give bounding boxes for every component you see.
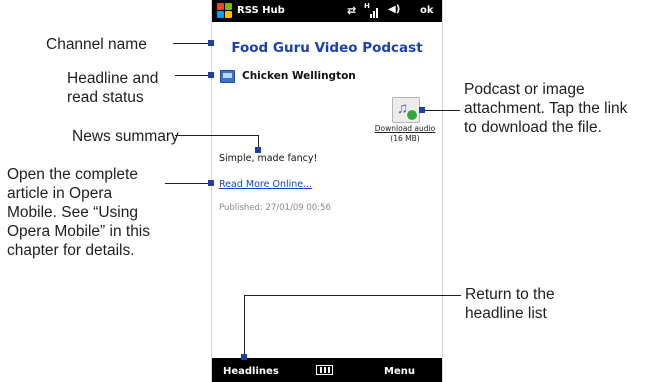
download-audio-link[interactable]: Download audio — [370, 124, 440, 133]
read-status-icon — [220, 70, 235, 83]
callout-return-line1: Return to the — [465, 286, 555, 303]
ok-button[interactable]: ok — [420, 5, 434, 16]
callout-attach-line2: attachment. Tap the link — [464, 100, 628, 117]
leader-headline — [175, 75, 211, 76]
callout-open-line4: Opera Mobile” in this — [7, 223, 151, 240]
callout-open-line2: article in Opera — [7, 185, 113, 202]
menu-softkey[interactable]: Menu — [384, 366, 415, 377]
callout-headline-line2: read status — [67, 89, 144, 106]
attachment-size: (16 MB) — [390, 134, 420, 143]
callout-headline-line1: Headline and — [67, 70, 159, 87]
leader-open — [165, 183, 211, 184]
leader-summary-h — [175, 135, 259, 136]
callout-attach-line1: Podcast or image — [464, 81, 585, 98]
marker-attach — [419, 107, 425, 113]
callout-open-line5: chapter for details. — [7, 242, 135, 259]
leader-attach — [422, 110, 460, 111]
callout-open-line1: Open the complete — [7, 166, 138, 183]
status-bar: RSS Hub ⇄ H ◀) ok — [212, 0, 442, 22]
marker-channel-name — [208, 40, 214, 46]
marker-open — [208, 180, 214, 186]
softkey-bar: Headlines Menu — [212, 358, 442, 382]
app-title: RSS Hub — [237, 5, 285, 16]
audio-download-icon[interactable]: ♫ — [392, 97, 420, 123]
callout-channel-name: Channel name — [46, 36, 147, 53]
marker-summary — [255, 147, 261, 153]
signal-strength-icon: H — [363, 2, 379, 18]
headlines-softkey[interactable]: Headlines — [223, 366, 279, 377]
sync-icon: ⇄ — [347, 4, 357, 17]
callout-return-line2: headline list — [465, 305, 547, 322]
headline-title: Chicken Wellington — [242, 70, 356, 82]
callout-attach-line3: to download the file. — [464, 119, 602, 136]
marker-return — [241, 354, 247, 360]
channel-name: Food Guru Video Podcast — [231, 40, 423, 56]
leader-return-h — [244, 295, 461, 296]
read-more-online-link[interactable]: Read More Online... — [219, 179, 312, 190]
news-summary: Simple, made fancy! — [219, 153, 318, 164]
windows-start-icon[interactable] — [217, 3, 233, 19]
published-date: Published: 27/01/09 00:56 — [219, 203, 331, 213]
callout-open-line3: Mobile. See “Using — [7, 204, 138, 221]
leader-channel-name — [173, 43, 211, 44]
callout-news-summary: News summary — [72, 128, 179, 145]
phone-screen: RSS Hub ⇄ H ◀) ok Food Guru Video Podcas… — [211, 0, 443, 382]
marker-headline — [208, 72, 214, 78]
volume-icon[interactable]: ◀) — [388, 4, 400, 15]
leader-return-v — [244, 295, 245, 357]
keyboard-icon[interactable] — [316, 365, 333, 375]
hsdpa-label: H — [364, 2, 370, 10]
